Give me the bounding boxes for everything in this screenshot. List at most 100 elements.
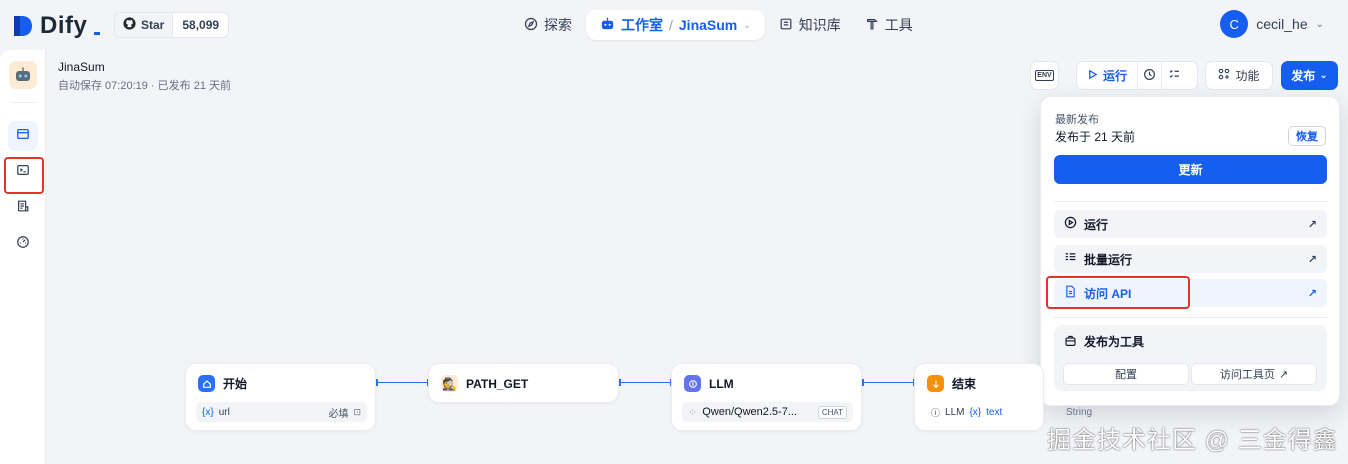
sidebar-item-logs[interactable] — [8, 193, 38, 223]
user-name: cecil_he — [1256, 16, 1308, 32]
node-output-handle[interactable] — [376, 379, 378, 386]
llm-node-title: LLM — [709, 376, 734, 391]
llm-brain-icon — [684, 375, 701, 392]
llm-node[interactable]: LLM ⁘ Qwen/Qwen2.5-7... CHAT — [671, 363, 862, 431]
batch-run-label: 批量运行 — [1084, 252, 1133, 267]
app-title: JinaSum — [58, 60, 105, 74]
workflow-edge — [862, 382, 914, 383]
avatar: C — [1220, 10, 1249, 38]
run-button-label: 运行 — [1103, 69, 1128, 83]
detective-icon: 🕵 — [441, 375, 458, 392]
output-type-label: String — [1066, 407, 1093, 418]
app-save-status: 自动保存 07:20:19 · 已发布 21 天前 — [58, 80, 231, 92]
chevron-down-icon: ⌄ — [743, 19, 751, 30]
book-icon — [779, 17, 793, 34]
user-menu[interactable]: C cecil_he ⌄ — [1220, 10, 1324, 38]
nav-tools[interactable]: 工具 — [855, 10, 923, 40]
tool-box-icon — [1064, 334, 1077, 350]
llm-model-selector: ⁘ Qwen/Qwen2.5-7... CHAT — [682, 402, 853, 422]
highlight-box-api — [1046, 276, 1190, 309]
nav-knowledge[interactable]: 知识库 — [769, 10, 851, 40]
left-sidebar — [0, 50, 46, 464]
home-icon — [198, 375, 215, 392]
highlight-box-sidebar — [4, 157, 44, 194]
brand-name: Dify — [40, 12, 88, 39]
main-nav: 探索 工作室 / JinaSum ⌄ 知识库 工具 — [514, 10, 923, 40]
nav-knowledge-label: 知识库 — [798, 17, 841, 33]
publish-button[interactable]: 发布 ⌄ — [1281, 61, 1338, 90]
nav-app-name: JinaSum — [678, 17, 738, 33]
start-node[interactable]: 开始 {x} url 必填 ⊡ — [185, 363, 376, 431]
run-toolbar: 运行 — [1076, 61, 1198, 90]
publish-as-tool-title: 发布为工具 — [1064, 333, 1144, 350]
variable-icon: {x} — [969, 406, 982, 418]
nav-explore[interactable]: 探索 — [514, 10, 582, 40]
model-mode-badge: CHAT — [817, 405, 847, 419]
dify-logo[interactable]: Dify — [12, 12, 101, 40]
model-icon: ⁘ — [688, 406, 698, 419]
brand-underscore — [94, 31, 101, 35]
top-nav: Dify Star 58,099 探索 工作室 / JinaSum ⌄ 知识库 … — [0, 0, 1348, 50]
github-icon — [123, 17, 136, 33]
compass-icon — [524, 17, 538, 34]
sidebar-divider — [11, 102, 35, 103]
document-list-icon — [16, 199, 30, 218]
end-node[interactable]: 结束 ⓘ LLM {x} text — [914, 363, 1044, 431]
external-link-icon: ↗ — [1307, 253, 1317, 266]
sidebar-item-monitoring[interactable] — [8, 229, 38, 259]
publish-as-tool-label: 发布为工具 — [1084, 335, 1145, 349]
start-node-variable: {x} url 必填 ⊡ — [196, 402, 367, 422]
publish-popover: 最新发布 发布于 21 天前 恢复 更新 运行 ↗ 批量运行 ↗ 访问 API … — [1040, 96, 1340, 406]
checklist-button[interactable] — [1162, 62, 1186, 89]
output-source: LLM — [945, 406, 965, 418]
model-name: Qwen/Qwen2.5-7... — [702, 406, 797, 418]
workflow-edge — [376, 382, 428, 383]
start-node-title: 开始 — [223, 377, 248, 391]
tool-page-button[interactable]: 访问工具页 ↗ — [1191, 363, 1317, 385]
end-node-title: 结束 — [952, 377, 977, 391]
run-app-item[interactable]: 运行 ↗ — [1054, 210, 1327, 238]
flag-end-icon — [927, 375, 944, 392]
app-avatar-icon[interactable] — [9, 61, 37, 89]
path-get-node[interactable]: 🕵 PATH_GET — [428, 363, 619, 403]
node-output-handle[interactable] — [619, 379, 621, 386]
variable-name: url — [218, 406, 230, 418]
gauge-icon — [16, 235, 30, 254]
nav-tools-label: 工具 — [884, 17, 913, 33]
robot-icon — [600, 16, 615, 34]
publish-as-tool-section: 发布为工具 配置 访问工具页 ↗ — [1054, 325, 1327, 391]
popover-divider — [1054, 201, 1327, 202]
node-output-handle[interactable] — [862, 379, 864, 386]
checklist-icon — [1168, 68, 1181, 84]
github-star-label: Star — [141, 18, 165, 32]
play-circle-icon — [1064, 216, 1077, 232]
configure-button[interactable]: 配置 — [1063, 363, 1189, 385]
hammer-icon — [865, 17, 879, 34]
batch-run-item[interactable]: 批量运行 ↗ — [1054, 245, 1327, 273]
end-node-output: ⓘ LLM {x} text — [925, 402, 1045, 422]
nav-explore-label: 探索 — [544, 17, 572, 33]
workflow-edge — [619, 382, 671, 383]
chevron-down-icon: ⌄ — [1319, 70, 1328, 81]
input-type-icon: ⊡ — [353, 406, 361, 417]
features-button-label: 功能 — [1235, 69, 1260, 83]
popover-divider — [1054, 317, 1327, 318]
sidebar-item-orchestrate[interactable] — [8, 121, 38, 151]
run-button[interactable]: 运行 — [1077, 62, 1139, 89]
features-button[interactable]: 功能 — [1205, 61, 1273, 90]
history-button[interactable] — [1138, 62, 1163, 89]
play-icon — [1087, 69, 1098, 83]
list-check-icon — [1064, 251, 1077, 267]
github-star-count: 58,099 — [182, 18, 220, 32]
nav-separator: / — [669, 17, 673, 33]
env-icon: ENV — [1035, 70, 1054, 81]
github-star-widget[interactable]: Star 58,099 — [114, 12, 230, 38]
restore-button[interactable]: 恢复 — [1288, 126, 1326, 146]
layout-icon — [16, 127, 30, 146]
update-button[interactable]: 更新 — [1054, 155, 1327, 184]
grid-apps-icon — [1218, 68, 1230, 83]
clock-icon — [1143, 68, 1156, 84]
nav-studio[interactable]: 工作室 / JinaSum ⌄ — [586, 10, 765, 40]
env-button[interactable]: ENV — [1030, 61, 1059, 90]
external-link-icon: ↗ — [1278, 368, 1289, 381]
